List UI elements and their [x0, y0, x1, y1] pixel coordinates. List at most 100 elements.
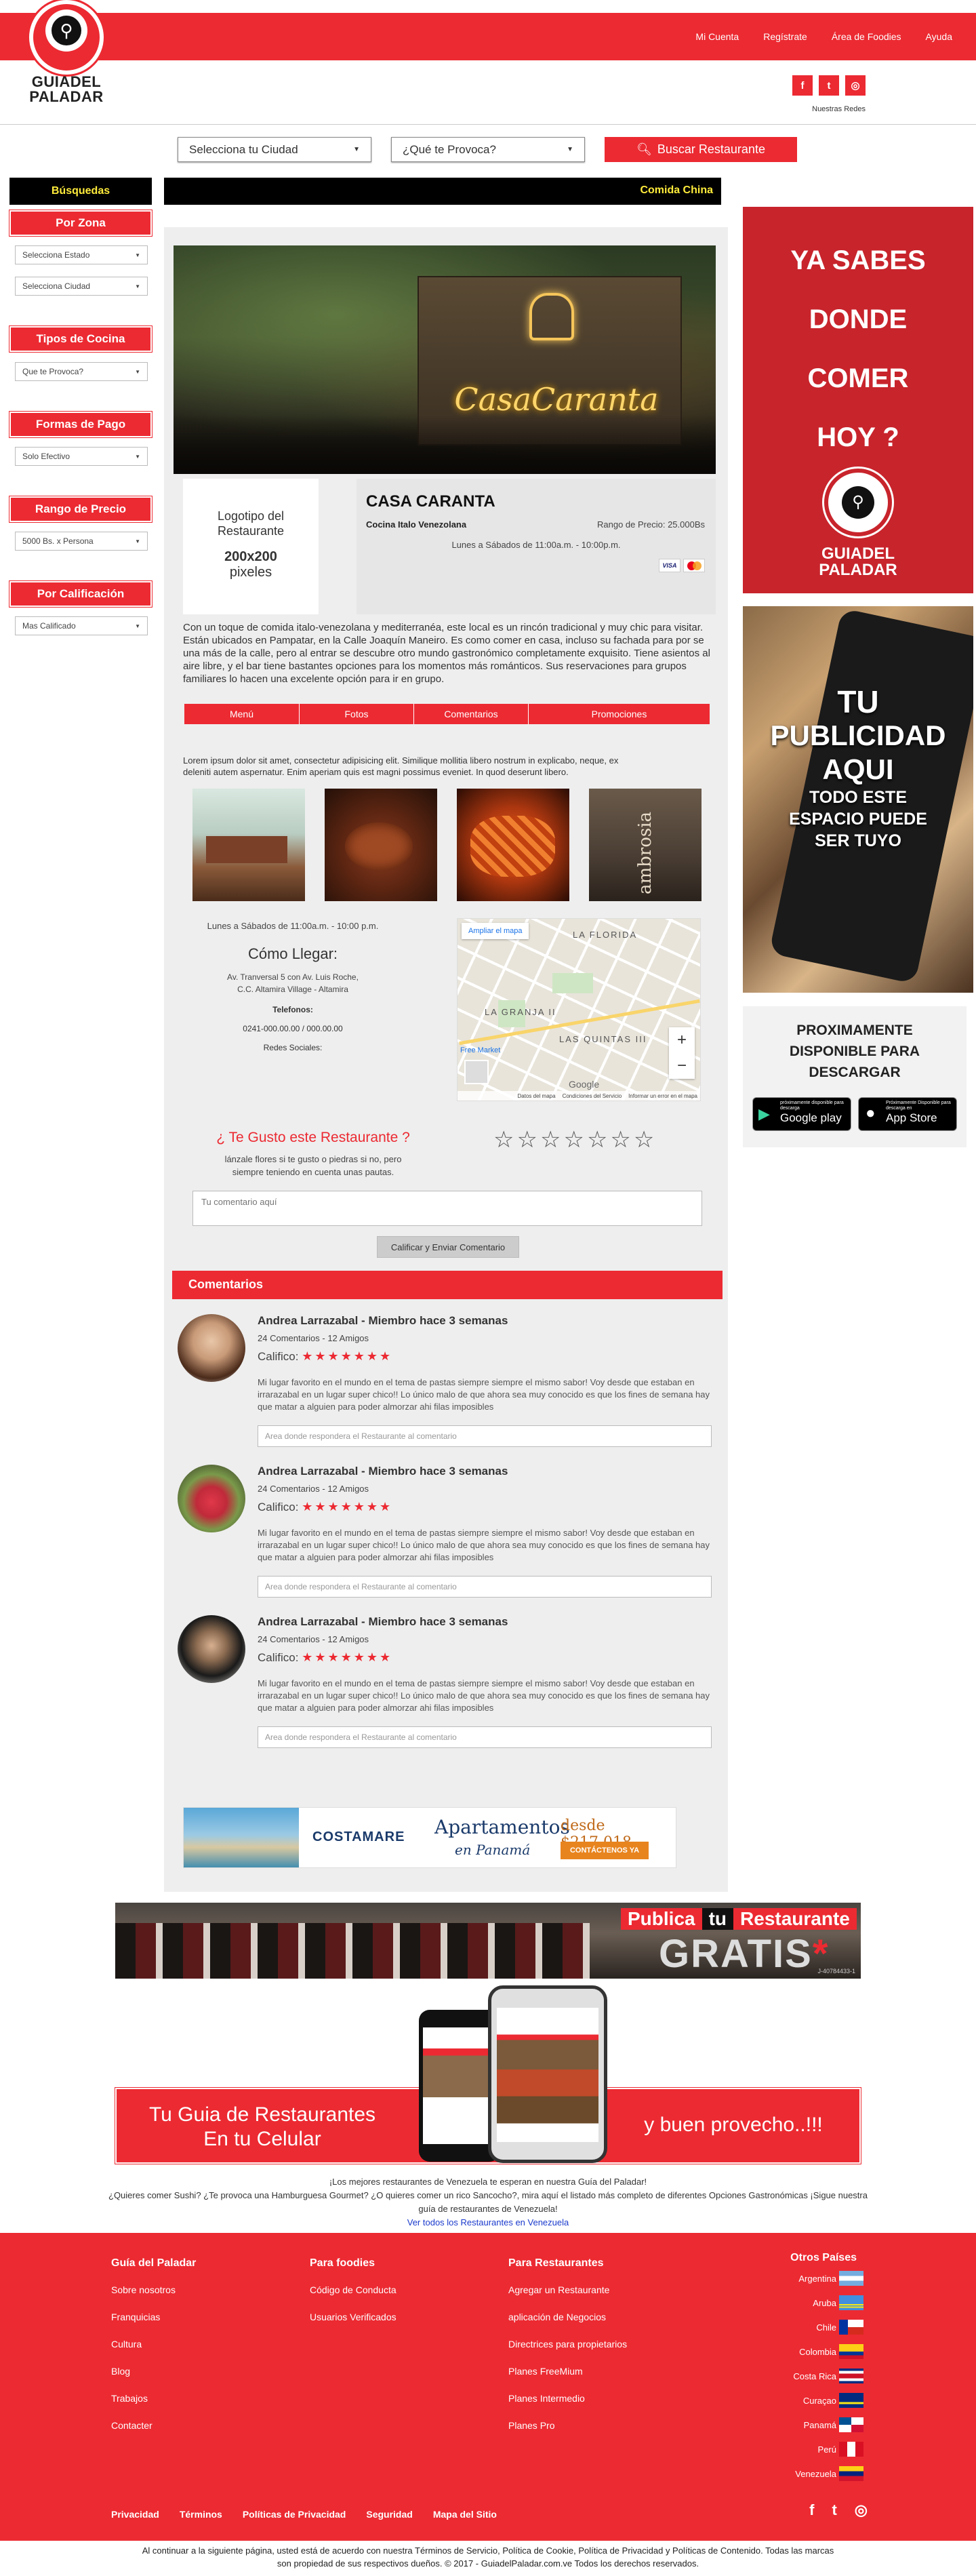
- filter-cocina-header: Tipos de Cocina: [9, 326, 152, 352]
- sign-text: CasaCaranta: [454, 381, 659, 418]
- facebook-icon[interactable]: f: [792, 75, 813, 96]
- site-logo[interactable]: ⚲ GUIADEL PALADAR: [23, 0, 110, 115]
- comment-textarea[interactable]: [192, 1191, 702, 1226]
- google-play-button[interactable]: ▶ próximamente disponible para descarga …: [752, 1097, 851, 1131]
- country-chile[interactable]: Chile: [755, 2320, 863, 2335]
- avatar[interactable]: [178, 1615, 245, 1683]
- social-label: Nuestras Redes: [812, 105, 866, 113]
- country-venezuela[interactable]: Venezuela: [755, 2466, 863, 2481]
- tab-fotos[interactable]: Fotos: [299, 704, 413, 724]
- street-view-icon[interactable]: [464, 1060, 489, 1084]
- country-panama[interactable]: Panamá: [755, 2417, 863, 2432]
- gallery-photo-4[interactable]: ambrosia: [589, 789, 702, 901]
- legal-text: Al continuar a la siguiente página, uste…: [142, 2545, 834, 2569]
- country-peru[interactable]: Perú: [755, 2442, 863, 2457]
- header-social: f t ◎: [792, 75, 866, 96]
- map-footer: Datos del mapa Condiciones del Servicio …: [458, 1091, 700, 1101]
- visa-icon: VISA: [659, 559, 680, 572]
- ver-todos-link[interactable]: Ver todos los Restaurantes en Venezuela: [407, 2217, 569, 2227]
- footer-col-guia: Guía del Paladar Sobre nosotros Franquic…: [111, 2257, 197, 2431]
- country-aruba[interactable]: Aruba: [755, 2295, 863, 2310]
- craving-select[interactable]: ¿Qué te Provoca? ▼: [391, 137, 585, 162]
- chile-flag-icon: [839, 2320, 863, 2335]
- star-4-icon[interactable]: ☆: [563, 1128, 584, 1151]
- gallery-photo-1[interactable]: [192, 789, 305, 901]
- costa-rica-flag-icon: [839, 2369, 863, 2383]
- filter-zona-header: Por Zona: [9, 210, 152, 236]
- nav-area-foodies[interactable]: Área de Foodies: [832, 31, 901, 42]
- zoom-in-button[interactable]: +: [669, 1027, 695, 1053]
- star-2-icon[interactable]: ☆: [516, 1128, 537, 1151]
- ciudad-select[interactable]: Selecciona Ciudad ▼: [15, 277, 148, 296]
- restaurant-description: Con un toque de comida italo-venezolana …: [183, 622, 710, 685]
- reply-input[interactable]: Area donde respondera el Restaurante al …: [258, 1425, 712, 1447]
- logo-plate-icon: ⚲: [52, 16, 81, 45]
- instagram-icon[interactable]: ◎: [855, 2501, 868, 2519]
- calificacion-select[interactable]: Mas Calificado ▼: [15, 616, 148, 635]
- restaurant-info: CASA CARANTA Cocina Italo Venezolana Ran…: [357, 479, 716, 614]
- reply-input[interactable]: Area donde respondera el Restaurante al …: [258, 1576, 712, 1598]
- precio-select[interactable]: 5000 Bs. x Persona ▼: [15, 532, 148, 551]
- avatar[interactable]: [178, 1314, 245, 1382]
- country-curacao[interactable]: Curaçao: [755, 2393, 863, 2408]
- telefonos-label: Telefonos:: [272, 1005, 313, 1014]
- curacao-flag-icon: [839, 2393, 863, 2408]
- lorem-text: Lorem ipsum dolor sit amet, consectetur …: [183, 755, 619, 777]
- reply-input[interactable]: Area donde respondera el Restaurante al …: [258, 1726, 712, 1748]
- city-select[interactable]: Selecciona tu Ciudad ▼: [178, 137, 371, 162]
- comment-stars: ★★★★★★★: [302, 1650, 393, 1664]
- submit-rating-button[interactable]: Calificar y Enviar Comentario: [377, 1236, 519, 1258]
- restaurant-cuisine: Cocina Italo Venezolana: [366, 519, 467, 530]
- gallery-photo-3[interactable]: [457, 789, 569, 901]
- publica-restaurante-banner[interactable]: Publica tu Restaurante GRATIS* J-4078443…: [115, 1903, 861, 1979]
- logo-placeholder: Logotipo del Restaurante 200x200 pixeles: [183, 479, 319, 614]
- caret-down-icon: ▼: [135, 368, 140, 375]
- ad-tu-publicidad[interactable]: TU PUBLICIDAD AQUI TODO ESTE ESPACIO PUE…: [743, 606, 973, 993]
- twitter-icon[interactable]: t: [819, 75, 839, 96]
- star-6-icon[interactable]: ☆: [610, 1128, 630, 1151]
- tab-menu[interactable]: Menú: [184, 704, 299, 724]
- costamare-cta[interactable]: CONTÁCTENOS YA: [561, 1842, 649, 1859]
- avatar[interactable]: [178, 1465, 245, 1532]
- ad-ya-sabes[interactable]: YA SABES DONDE COMER HOY ? ⚲ GUIADEL PAL…: [743, 207, 973, 593]
- comment-card: Andrea Larrazabal - Miembro hace 3 seman…: [178, 1314, 718, 1450]
- zoom-out-button[interactable]: −: [669, 1053, 695, 1079]
- tab-promociones[interactable]: Promociones: [528, 704, 710, 724]
- filter-calificacion-header: Por Calificación: [9, 581, 152, 607]
- search-icon: 🔍︎: [636, 142, 652, 156]
- country-costa-rica[interactable]: Costa Rica: [755, 2369, 863, 2383]
- tab-comentarios[interactable]: Comentarios: [413, 704, 528, 724]
- star-1-icon[interactable]: ☆: [493, 1128, 514, 1151]
- twitter-icon[interactable]: t: [832, 2501, 836, 2519]
- nav-ayuda[interactable]: Ayuda: [926, 31, 952, 42]
- estado-select[interactable]: Selecciona Estado ▼: [15, 245, 148, 264]
- costamare-ad[interactable]: COSTAMARE Apartamentos en Panamá desde $…: [183, 1807, 676, 1868]
- footer-social: f t ◎: [809, 2501, 868, 2519]
- country-colombia[interactable]: Colombia: [755, 2344, 863, 2359]
- search-restaurant-button[interactable]: 🔍︎ Buscar Restaurante: [605, 137, 797, 162]
- star-3-icon[interactable]: ☆: [540, 1128, 561, 1151]
- instagram-icon[interactable]: ◎: [845, 75, 866, 96]
- cocina-select[interactable]: Que te Provoca? ▼: [15, 362, 148, 381]
- star-5-icon[interactable]: ☆: [587, 1128, 607, 1151]
- comment-card: Andrea Larrazabal - Miembro hace 3 seman…: [178, 1615, 718, 1751]
- sidebar-title: Búsquedas: [9, 178, 152, 205]
- header-divider: [0, 124, 976, 125]
- footer-bottom-links: Privacidad Términos Políticas de Privaci…: [111, 2509, 497, 2520]
- country-argentina[interactable]: Argentina: [755, 2271, 863, 2286]
- nav-registrate[interactable]: Regístrate: [763, 31, 807, 42]
- app-download-box: PROXIMAMENTE DISPONIBLE PARA DESCARGAR ▶…: [743, 1006, 967, 1147]
- hours-secondary: Lunes a Sábados de 11:00a.m. - 10:00 p.m…: [207, 921, 379, 931]
- star-7-icon[interactable]: ☆: [634, 1128, 654, 1151]
- comment-stars: ★★★★★★★: [302, 1500, 393, 1513]
- ampliar-mapa-link[interactable]: Ampliar el mapa: [462, 923, 529, 939]
- facebook-icon[interactable]: f: [809, 2501, 814, 2519]
- restaurant-hours: Lunes a Sábados de 11:00a.m. - 10:00p.m.: [451, 540, 621, 550]
- comment-stars: ★★★★★★★: [302, 1349, 393, 1363]
- pagos-select[interactable]: Solo Efectivo ▼: [15, 447, 148, 466]
- app-store-button[interactable]: ● Próximamente Disponible para descarga …: [858, 1097, 957, 1131]
- gallery-photo-2[interactable]: [325, 789, 437, 901]
- location-map[interactable]: Ampliar el mapa LA FLORIDA LA GRANJA II …: [457, 918, 701, 1101]
- nav-mi-cuenta[interactable]: Mi Cuenta: [695, 31, 739, 42]
- aruba-flag-icon: [839, 2295, 863, 2310]
